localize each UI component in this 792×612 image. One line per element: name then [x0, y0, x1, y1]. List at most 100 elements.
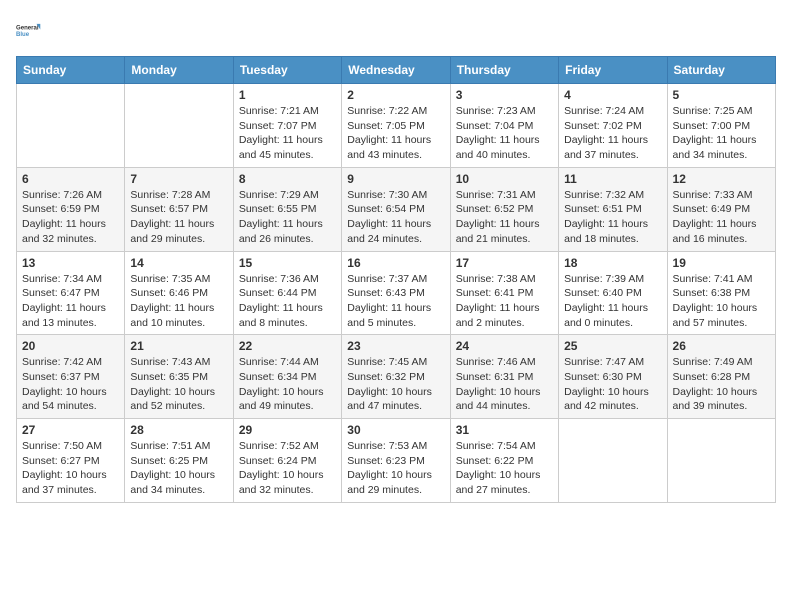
day-of-week-header: Friday [559, 57, 667, 84]
svg-text:Blue: Blue [16, 32, 30, 38]
day-number: 13 [22, 256, 119, 270]
logo: GeneralBlue [16, 16, 44, 44]
day-info: Sunrise: 7:22 AM Sunset: 7:05 PM Dayligh… [347, 104, 444, 163]
day-number: 5 [673, 88, 770, 102]
day-of-week-header: Tuesday [233, 57, 341, 84]
calendar-cell: 1 Sunrise: 7:21 AM Sunset: 7:07 PM Daylig… [233, 84, 341, 168]
day-of-week-header: Wednesday [342, 57, 450, 84]
calendar-week-row: 13 Sunrise: 7:34 AM Sunset: 6:47 PM Dayli… [17, 251, 776, 335]
day-info: Sunrise: 7:44 AM Sunset: 6:34 PM Dayligh… [239, 355, 336, 414]
calendar-week-row: 27 Sunrise: 7:50 AM Sunset: 6:27 PM Dayli… [17, 419, 776, 503]
day-number: 17 [456, 256, 553, 270]
day-info: Sunrise: 7:34 AM Sunset: 6:47 PM Dayligh… [22, 272, 119, 331]
day-info: Sunrise: 7:50 AM Sunset: 6:27 PM Dayligh… [22, 439, 119, 498]
day-info: Sunrise: 7:45 AM Sunset: 6:32 PM Dayligh… [347, 355, 444, 414]
day-number: 30 [347, 423, 444, 437]
calendar-week-row: 1 Sunrise: 7:21 AM Sunset: 7:07 PM Daylig… [17, 84, 776, 168]
day-info: Sunrise: 7:21 AM Sunset: 7:07 PM Dayligh… [239, 104, 336, 163]
day-info: Sunrise: 7:47 AM Sunset: 6:30 PM Dayligh… [564, 355, 661, 414]
day-number: 24 [456, 339, 553, 353]
calendar-cell: 28 Sunrise: 7:51 AM Sunset: 6:25 PM Dayli… [125, 419, 233, 503]
day-number: 20 [22, 339, 119, 353]
day-info: Sunrise: 7:52 AM Sunset: 6:24 PM Dayligh… [239, 439, 336, 498]
page-header: GeneralBlue [16, 16, 776, 44]
day-info: Sunrise: 7:33 AM Sunset: 6:49 PM Dayligh… [673, 188, 770, 247]
day-info: Sunrise: 7:29 AM Sunset: 6:55 PM Dayligh… [239, 188, 336, 247]
calendar-cell [125, 84, 233, 168]
calendar-cell: 21 Sunrise: 7:43 AM Sunset: 6:35 PM Dayli… [125, 335, 233, 419]
calendar-cell: 13 Sunrise: 7:34 AM Sunset: 6:47 PM Dayli… [17, 251, 125, 335]
calendar-cell: 25Sunrise: 7:47 AM Sunset: 6:30 PM Dayli… [559, 335, 667, 419]
calendar-cell: 18 Sunrise: 7:39 AM Sunset: 6:40 PM Dayli… [559, 251, 667, 335]
day-info: Sunrise: 7:38 AM Sunset: 6:41 PM Dayligh… [456, 272, 553, 331]
day-number: 26 [673, 339, 770, 353]
day-number: 7 [130, 172, 227, 186]
day-info: Sunrise: 7:30 AM Sunset: 6:54 PM Dayligh… [347, 188, 444, 247]
calendar-cell: 23 Sunrise: 7:45 AM Sunset: 6:32 PM Dayli… [342, 335, 450, 419]
day-info: Sunrise: 7:51 AM Sunset: 6:25 PM Dayligh… [130, 439, 227, 498]
calendar-cell: 31 Sunrise: 7:54 AM Sunset: 6:22 PM Dayli… [450, 419, 558, 503]
day-info: Sunrise: 7:23 AM Sunset: 7:04 PM Dayligh… [456, 104, 553, 163]
svg-text:General: General [16, 26, 39, 32]
calendar-cell: 22 Sunrise: 7:44 AM Sunset: 6:34 PM Dayli… [233, 335, 341, 419]
calendar-cell: 11 Sunrise: 7:32 AM Sunset: 6:51 PM Dayli… [559, 167, 667, 251]
calendar-cell: 30 Sunrise: 7:53 AM Sunset: 6:23 PM Dayli… [342, 419, 450, 503]
calendar-cell: 8 Sunrise: 7:29 AM Sunset: 6:55 PM Daylig… [233, 167, 341, 251]
calendar-cell: 29 Sunrise: 7:52 AM Sunset: 6:24 PM Dayli… [233, 419, 341, 503]
calendar-cell: 3Sunrise: 7:23 AM Sunset: 7:04 PM Daylig… [450, 84, 558, 168]
day-number: 10 [456, 172, 553, 186]
day-of-week-header: Sunday [17, 57, 125, 84]
day-number: 2 [347, 88, 444, 102]
day-info: Sunrise: 7:35 AM Sunset: 6:46 PM Dayligh… [130, 272, 227, 331]
day-number: 6 [22, 172, 119, 186]
day-number: 1 [239, 88, 336, 102]
calendar-cell: 15 Sunrise: 7:36 AM Sunset: 6:44 PM Dayli… [233, 251, 341, 335]
calendar-cell [667, 419, 775, 503]
day-number: 12 [673, 172, 770, 186]
calendar-cell: 14Sunrise: 7:35 AM Sunset: 6:46 PM Dayli… [125, 251, 233, 335]
calendar-cell: 20 Sunrise: 7:42 AM Sunset: 6:37 PM Dayli… [17, 335, 125, 419]
calendar-cell: 9Sunrise: 7:30 AM Sunset: 6:54 PM Daylig… [342, 167, 450, 251]
day-info: Sunrise: 7:25 AM Sunset: 7:00 PM Dayligh… [673, 104, 770, 163]
day-info: Sunrise: 7:49 AM Sunset: 6:28 PM Dayligh… [673, 355, 770, 414]
calendar-cell: 16Sunrise: 7:37 AM Sunset: 6:43 PM Dayli… [342, 251, 450, 335]
day-number: 19 [673, 256, 770, 270]
calendar-cell: 26 Sunrise: 7:49 AM Sunset: 6:28 PM Dayli… [667, 335, 775, 419]
day-number: 8 [239, 172, 336, 186]
calendar-cell: 24 Sunrise: 7:46 AM Sunset: 6:31 PM Dayli… [450, 335, 558, 419]
calendar-cell: 17 Sunrise: 7:38 AM Sunset: 6:41 PM Dayli… [450, 251, 558, 335]
calendar-week-row: 20 Sunrise: 7:42 AM Sunset: 6:37 PM Dayli… [17, 335, 776, 419]
calendar-table: SundayMondayTuesdayWednesdayThursdayFrid… [16, 56, 776, 503]
day-number: 29 [239, 423, 336, 437]
day-info: Sunrise: 7:43 AM Sunset: 6:35 PM Dayligh… [130, 355, 227, 414]
day-number: 15 [239, 256, 336, 270]
day-info: Sunrise: 7:31 AM Sunset: 6:52 PM Dayligh… [456, 188, 553, 247]
day-of-week-header: Saturday [667, 57, 775, 84]
day-info: Sunrise: 7:32 AM Sunset: 6:51 PM Dayligh… [564, 188, 661, 247]
day-info: Sunrise: 7:46 AM Sunset: 6:31 PM Dayligh… [456, 355, 553, 414]
day-info: Sunrise: 7:37 AM Sunset: 6:43 PM Dayligh… [347, 272, 444, 331]
day-info: Sunrise: 7:39 AM Sunset: 6:40 PM Dayligh… [564, 272, 661, 331]
calendar-cell: 12 Sunrise: 7:33 AM Sunset: 6:49 PM Dayli… [667, 167, 775, 251]
day-number: 21 [130, 339, 227, 353]
calendar-cell: 7 Sunrise: 7:28 AM Sunset: 6:57 PM Daylig… [125, 167, 233, 251]
day-info: Sunrise: 7:42 AM Sunset: 6:37 PM Dayligh… [22, 355, 119, 414]
day-info: Sunrise: 7:53 AM Sunset: 6:23 PM Dayligh… [347, 439, 444, 498]
calendar-cell: 19Sunrise: 7:41 AM Sunset: 6:38 PM Dayli… [667, 251, 775, 335]
day-number: 11 [564, 172, 661, 186]
day-number: 23 [347, 339, 444, 353]
day-info: Sunrise: 7:26 AM Sunset: 6:59 PM Dayligh… [22, 188, 119, 247]
calendar-week-row: 6 Sunrise: 7:26 AM Sunset: 6:59 PM Daylig… [17, 167, 776, 251]
calendar-cell [17, 84, 125, 168]
day-info: Sunrise: 7:28 AM Sunset: 6:57 PM Dayligh… [130, 188, 227, 247]
day-info: Sunrise: 7:36 AM Sunset: 6:44 PM Dayligh… [239, 272, 336, 331]
calendar-cell [559, 419, 667, 503]
day-of-week-header: Thursday [450, 57, 558, 84]
day-number: 27 [22, 423, 119, 437]
day-number: 31 [456, 423, 553, 437]
day-number: 18 [564, 256, 661, 270]
day-number: 28 [130, 423, 227, 437]
day-info: Sunrise: 7:54 AM Sunset: 6:22 PM Dayligh… [456, 439, 553, 498]
logo-icon: GeneralBlue [16, 16, 44, 44]
day-number: 22 [239, 339, 336, 353]
